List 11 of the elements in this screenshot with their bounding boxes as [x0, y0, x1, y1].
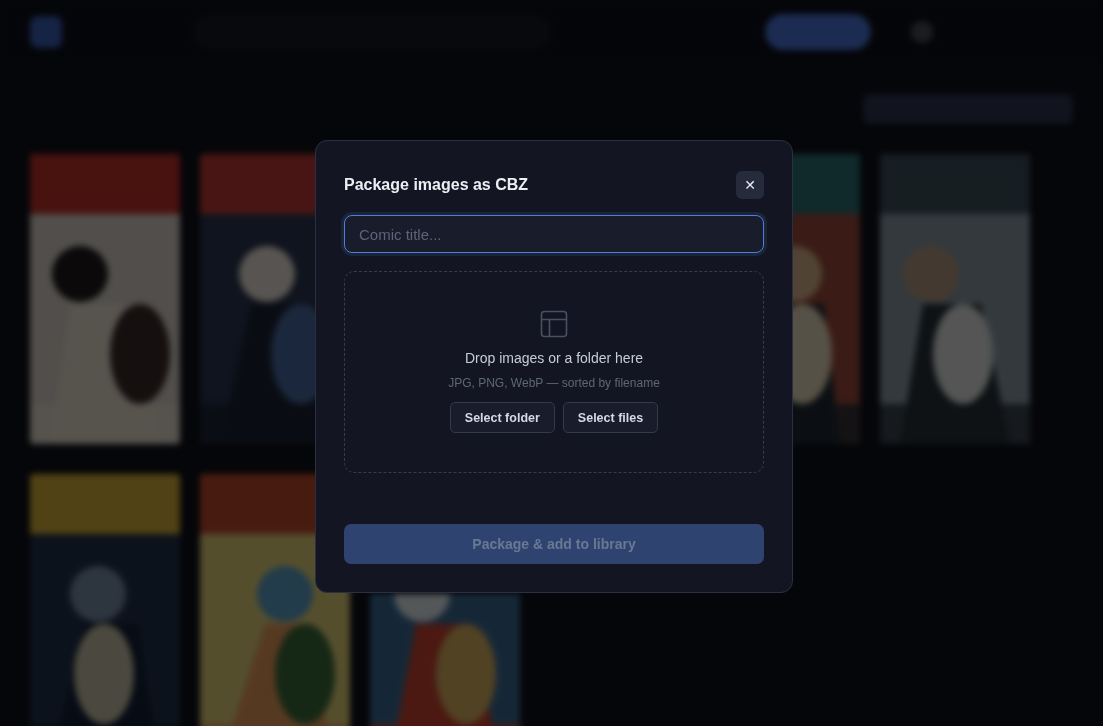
select-button[interactable]: Select folder: [449, 402, 555, 433]
drop-zone[interactable]: Drop images or a folder here JPG, PNG, WebP — sorted by filename Select folder Select files: [344, 271, 764, 473]
layout-icon: [540, 310, 568, 338]
close-button[interactable]: ✕: [736, 171, 764, 199]
title-input-field[interactable]: Comic title...: [344, 215, 764, 253]
drop-hint: JPG, PNG, WebP — sorted by filename: [448, 376, 660, 390]
logo-icon: [30, 16, 62, 48]
select-button[interactable]: Select files: [562, 402, 659, 433]
drop-heading: Drop images or a folder here: [464, 350, 644, 366]
action-button[interactable]: [765, 14, 871, 50]
dialog-title: Package images as CBZ: [344, 176, 529, 194]
